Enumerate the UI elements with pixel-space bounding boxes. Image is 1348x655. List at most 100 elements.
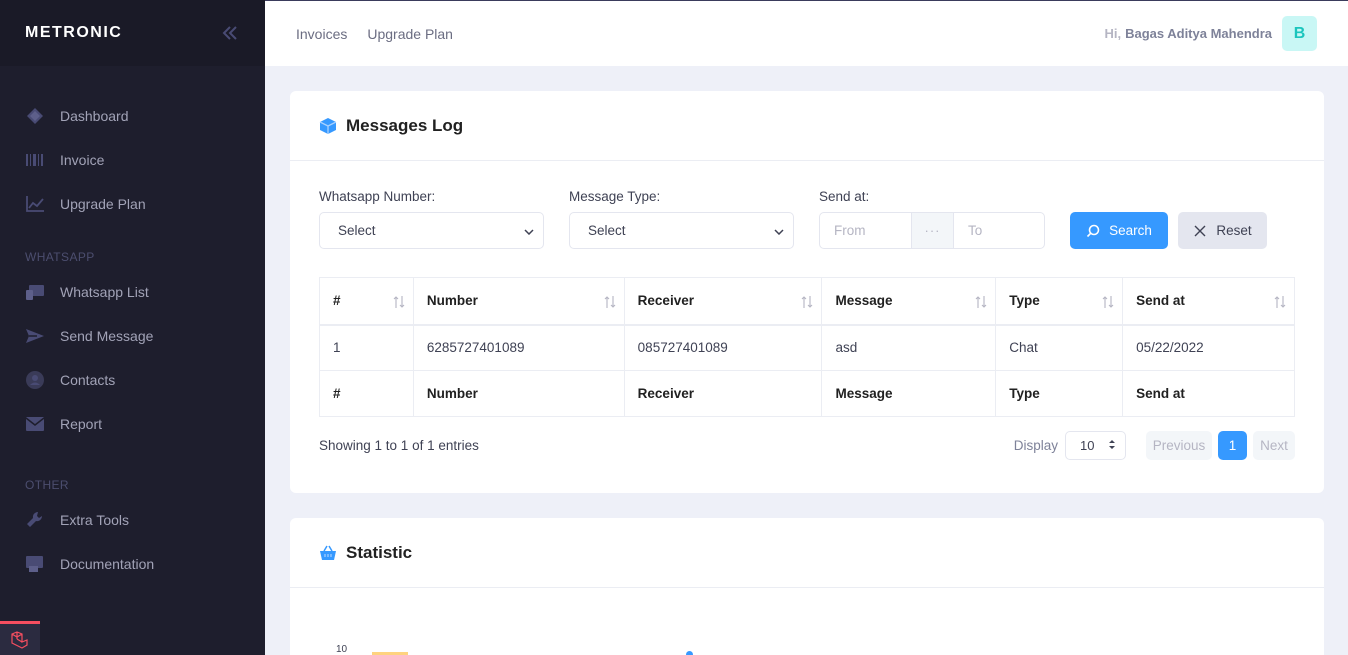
sidebar-item-invoice[interactable]: Invoice	[0, 138, 265, 182]
header-nav: Invoices Upgrade Plan	[296, 26, 453, 42]
user-menu[interactable]: Hi, Bagas Aditya Mahendra B	[1104, 16, 1317, 51]
sort-icon	[604, 296, 616, 308]
chevron-down-icon	[524, 223, 534, 238]
previous-page-button[interactable]: Previous	[1146, 431, 1212, 460]
send-at-label: Send at:	[819, 189, 870, 204]
close-icon	[1193, 224, 1207, 238]
pagination: Display 10 Previous 1 Next	[1014, 431, 1295, 460]
avatar[interactable]: B	[1282, 16, 1317, 51]
basket-icon	[319, 544, 337, 562]
sidebar-item-dashboard[interactable]: Dashboard	[0, 94, 265, 138]
sort-icon	[1102, 296, 1114, 308]
table-row[interactable]: 1 6285727401089 085727401089 asd Chat 05…	[319, 324, 1295, 371]
barcode-icon	[25, 150, 45, 170]
page-button-1[interactable]: 1	[1218, 431, 1247, 460]
sidebar-item-send-message[interactable]: Send Message	[0, 314, 265, 358]
sidebar-item-label: Upgrade Plan	[60, 196, 146, 212]
chevron-down-icon	[774, 223, 784, 238]
footer-label-number: Number	[412, 370, 625, 417]
cell-message: asd	[821, 324, 997, 371]
whatsapp-number-select[interactable]: Select	[319, 212, 544, 249]
sidebar-item-report[interactable]: Report	[0, 402, 265, 446]
sidebar-item-upgrade-plan[interactable]: Upgrade Plan	[0, 182, 265, 226]
sidebar-menu: Dashboard Invoice Upgrade Plan WHATSAPP …	[0, 66, 265, 586]
user-circle-icon	[25, 370, 45, 390]
section-whatsapp: WHATSAPP	[25, 250, 95, 264]
send-icon	[25, 326, 45, 346]
card-title: Statistic	[346, 542, 413, 562]
sidebar-item-label: Documentation	[60, 556, 155, 572]
user-name: Bagas Aditya Mahendra	[1125, 26, 1272, 41]
sort-icon	[1274, 296, 1286, 308]
date-range-separator: ···	[911, 213, 954, 248]
double-chevron-left-icon[interactable]	[220, 23, 240, 43]
select-value: Select	[338, 223, 376, 238]
sidebar-item-label: Report	[60, 416, 103, 432]
column-header-label: #	[333, 293, 341, 309]
sidebar-item-label: Dashboard	[60, 108, 129, 124]
sidebar-item-label: Send Message	[60, 328, 154, 344]
sidebar-item-label: Contacts	[60, 372, 116, 388]
cell-index[interactable]: 1	[319, 324, 414, 371]
sidebar-brand: METRONIC	[0, 0, 265, 66]
wrench-icon	[25, 510, 45, 530]
footer-label-send-at: Send at	[1122, 370, 1295, 417]
book-icon	[25, 554, 45, 574]
header-nav-upgrade-plan[interactable]: Upgrade Plan	[367, 26, 453, 42]
message-type-label: Message Type:	[569, 189, 661, 204]
date-from-input[interactable]: From	[820, 213, 911, 248]
search-button[interactable]: Search	[1070, 212, 1168, 249]
search-icon	[1086, 224, 1100, 238]
select-value: Select	[588, 223, 626, 238]
cell-type: Chat	[995, 324, 1124, 371]
footer-label-type: Type	[995, 370, 1124, 417]
sort-caret-icon	[1108, 438, 1116, 453]
mail-icon	[25, 414, 45, 434]
sidebar-item-whatsapp-list[interactable]: Whatsapp List	[0, 270, 265, 314]
message-type-select[interactable]: Select	[569, 212, 794, 249]
sidebar-item-documentation[interactable]: Documentation	[0, 542, 265, 586]
sort-icon	[802, 296, 813, 308]
column-header-message[interactable]: Message	[821, 277, 997, 326]
laravel-logo-icon[interactable]	[0, 621, 40, 655]
top-header: Invoices Upgrade Plan Hi, Bagas Aditya M…	[265, 0, 1348, 66]
card-header: Messages Log	[290, 91, 1324, 161]
next-page-button[interactable]: Next	[1253, 431, 1295, 460]
card-title: Messages Log	[346, 115, 464, 135]
sidebar-item-extra-tools[interactable]: Extra Tools	[0, 498, 265, 542]
chart-line-icon	[25, 194, 45, 214]
search-button-label: Search	[1109, 223, 1152, 238]
sidebar-item-contacts[interactable]: Contacts	[0, 358, 265, 402]
brand-logo[interactable]: METRONIC	[25, 24, 122, 42]
devices-icon	[25, 282, 45, 302]
date-to-input[interactable]: To	[954, 213, 1044, 248]
column-header-index[interactable]: #	[319, 277, 414, 326]
column-header-send-at[interactable]: Send at	[1122, 277, 1295, 326]
reset-button-label: Reset	[1216, 223, 1252, 238]
cell-receiver: 085727401089	[623, 324, 823, 371]
sidebar-item-label: Extra Tools	[60, 512, 129, 528]
column-header-label: Message	[835, 293, 893, 309]
cell-number: 6285727401089	[412, 324, 625, 371]
reset-button[interactable]: Reset	[1178, 212, 1267, 249]
user-greeting: Hi,	[1104, 26, 1122, 41]
chart-point	[686, 651, 693, 655]
sidebar: METRONIC Dashboard Invoice Upgrade Plan …	[0, 0, 265, 655]
sort-icon	[393, 296, 405, 308]
sort-icon	[975, 296, 987, 308]
header-nav-invoices[interactable]: Invoices	[296, 26, 347, 42]
layers-icon	[25, 106, 45, 126]
table-header-row: # Number Receiver Message Type Send at	[319, 277, 1295, 326]
box-icon	[319, 117, 337, 135]
table-footer-row: # Number Receiver Message Type Send at	[319, 370, 1295, 417]
column-header-type[interactable]: Type	[995, 277, 1124, 326]
column-header-label: Type	[1009, 293, 1040, 309]
card-header: Statistic	[290, 518, 1324, 588]
display-label: Display	[1013, 438, 1058, 453]
column-header-receiver[interactable]: Receiver	[623, 277, 823, 326]
send-at-range: From ··· To	[819, 212, 1045, 249]
column-header-number[interactable]: Number	[412, 277, 625, 326]
column-header-label: Receiver	[637, 293, 694, 309]
messages-table: # Number Receiver Message Type Send at 1…	[319, 277, 1295, 417]
page-length-select[interactable]: 10	[1065, 431, 1126, 460]
